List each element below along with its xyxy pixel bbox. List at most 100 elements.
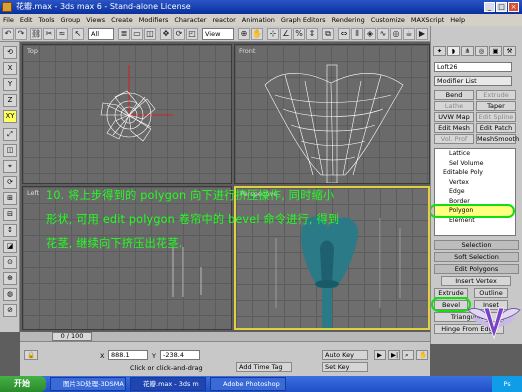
stack-item[interactable]: Lattice	[435, 149, 515, 159]
stack-item[interactable]: Vertex	[435, 178, 515, 188]
pan-icon[interactable]: ✋	[416, 350, 428, 360]
align-icon[interactable]: ⫴	[351, 28, 363, 40]
menu-rendering[interactable]: Rendering	[329, 14, 368, 26]
start-button[interactable]: 开始	[0, 376, 46, 392]
insert-vertex-button[interactable]: Insert Vertex	[441, 276, 511, 286]
menu-tools[interactable]: Tools	[35, 14, 57, 26]
taskbar-item-active[interactable]: 花瓣.max - 3ds m	[130, 377, 206, 391]
utilities-tab-icon[interactable]: ⚒	[503, 46, 516, 56]
window-crossing-icon[interactable]: ◫	[144, 28, 156, 40]
manipulate-icon[interactable]: ✋	[251, 28, 263, 40]
unlink-icon[interactable]: ✂	[43, 28, 55, 40]
hierarchy-tab-icon[interactable]: ⋔	[461, 46, 474, 56]
minimize-button[interactable]: _	[484, 2, 495, 12]
auto-key-button[interactable]: Auto Key	[322, 350, 368, 360]
spinner-snap-icon[interactable]: ⇕	[306, 28, 318, 40]
selection-rollout[interactable]: Selection	[434, 240, 519, 250]
modifier-stack[interactable]: Lattice Sel Volume Editable Poly Vertex …	[434, 148, 516, 236]
time-slider[interactable]: 0 / 100	[20, 332, 430, 342]
edit-mesh-button[interactable]: Edit Mesh	[434, 123, 474, 133]
tool-10-icon[interactable]: ⊟	[3, 208, 17, 221]
tool-14-icon[interactable]: ⊕	[3, 272, 17, 285]
time-slider-thumb[interactable]: 0 / 100	[52, 332, 92, 341]
percent-snap-icon[interactable]: %	[293, 28, 305, 40]
z-axis-button[interactable]: Z	[3, 94, 17, 107]
taskbar-item[interactable]: Adobe Photoshop	[210, 377, 286, 391]
x-axis-button[interactable]: X	[3, 62, 17, 75]
tool-12-icon[interactable]: ◪	[3, 240, 17, 253]
maximize-button[interactable]: □	[496, 2, 507, 12]
extrude-modifier-button[interactable]: Extrude	[476, 90, 516, 100]
modifier-list-dropdown[interactable]: Modifier List	[434, 76, 512, 86]
lathe-button[interactable]: Lathe	[434, 101, 474, 111]
tool-7-icon[interactable]: ⌖	[3, 160, 17, 173]
menu-maxscript[interactable]: MAXScript	[408, 14, 447, 26]
viewport-top[interactable]: Top	[22, 44, 232, 184]
rect-selection-icon[interactable]: ▭	[131, 28, 143, 40]
vol-profile-button[interactable]: Vol. Prof	[434, 134, 474, 144]
rotate-icon[interactable]: ⟳	[173, 28, 185, 40]
selection-filter-dropdown[interactable]: All	[88, 28, 114, 40]
outline-button[interactable]: Outline	[474, 288, 508, 298]
select-by-name-icon[interactable]: ≣	[118, 28, 130, 40]
set-key-button[interactable]: Set Key	[322, 362, 368, 372]
tool-8-icon[interactable]: ⟳	[3, 176, 17, 189]
angle-snap-icon[interactable]: ∠	[280, 28, 292, 40]
layer-icon[interactable]: ◈	[364, 28, 376, 40]
object-name-field[interactable]: Loft26	[434, 62, 512, 72]
redo-icon[interactable]: ↷	[15, 28, 27, 40]
edit-spline-button[interactable]: Edit Spline	[476, 112, 516, 122]
menu-create[interactable]: Create	[108, 14, 136, 26]
create-tab-icon[interactable]: ✦	[433, 46, 446, 56]
lock-selection-icon[interactable]: 🔒	[24, 350, 38, 360]
tool-13-icon[interactable]: ⊙	[3, 256, 17, 269]
scale-icon[interactable]: ◰	[186, 28, 198, 40]
edit-patch-button[interactable]: Edit Patch	[476, 123, 516, 133]
uvw-map-button[interactable]: UVW Map	[434, 112, 474, 122]
menu-group[interactable]: Group	[58, 14, 84, 26]
menu-animation[interactable]: Animation	[239, 14, 278, 26]
x-coord-field[interactable]: 888.1	[108, 350, 148, 360]
y-coord-field[interactable]: -238.4	[160, 350, 200, 360]
named-selection-icon[interactable]: ⧉	[322, 28, 334, 40]
menu-edit[interactable]: Edit	[17, 14, 36, 26]
mirror-icon[interactable]: ⇔	[338, 28, 350, 40]
snap-icon[interactable]: ⊹	[267, 28, 279, 40]
menu-views[interactable]: Views	[83, 14, 108, 26]
stack-item[interactable]: Sel Volume	[435, 159, 515, 169]
tool-11-icon[interactable]: ↕	[3, 224, 17, 237]
zoom-icon[interactable]: ⌕	[402, 350, 414, 360]
motion-tab-icon[interactable]: ◎	[475, 46, 488, 56]
curve-editor-icon[interactable]: ∿	[377, 28, 389, 40]
add-time-tag-button[interactable]: Add Time Tag	[236, 362, 292, 372]
modify-tab-icon[interactable]: ◗	[447, 46, 460, 56]
next-frame-icon[interactable]: ▶|	[388, 350, 400, 360]
stack-item[interactable]: Editable Poly	[435, 168, 515, 178]
tool-0-icon[interactable]: ⟲	[3, 46, 17, 59]
soft-selection-rollout[interactable]: Soft Selection	[434, 252, 519, 262]
play-icon[interactable]: ▶	[374, 350, 386, 360]
render-scene-icon[interactable]: ☕	[403, 28, 415, 40]
edit-polygons-rollout[interactable]: Edit Polygons	[434, 264, 519, 274]
xy-plane-button[interactable]: XY	[3, 110, 17, 123]
move-icon[interactable]: ✥	[160, 28, 172, 40]
tool-16-icon[interactable]: ⊘	[3, 304, 17, 317]
select-icon[interactable]: ↖	[72, 28, 84, 40]
pivot-icon[interactable]: ⊕	[238, 28, 250, 40]
menu-graph-editors[interactable]: Graph Editors	[278, 14, 329, 26]
display-tab-icon[interactable]: ▣	[489, 46, 502, 56]
tool-15-icon[interactable]: ◍	[3, 288, 17, 301]
tool-9-icon[interactable]: ⊞	[3, 192, 17, 205]
y-axis-button[interactable]: Y	[3, 78, 17, 91]
link-icon[interactable]: ⛓	[30, 28, 42, 40]
tool-6-icon[interactable]: ◫	[3, 144, 17, 157]
bend-button[interactable]: Bend	[434, 90, 474, 100]
meshsmooth-button[interactable]: MeshSmooth	[476, 134, 519, 144]
quick-render-icon[interactable]: ▶	[416, 28, 428, 40]
tool-5-icon[interactable]: ⤢	[3, 128, 17, 141]
undo-icon[interactable]: ↶	[2, 28, 14, 40]
stack-item[interactable]: Edge	[435, 187, 515, 197]
menu-reactor[interactable]: reactor	[209, 14, 238, 26]
material-editor-icon[interactable]: ◎	[390, 28, 402, 40]
menu-help[interactable]: Help	[447, 14, 468, 26]
